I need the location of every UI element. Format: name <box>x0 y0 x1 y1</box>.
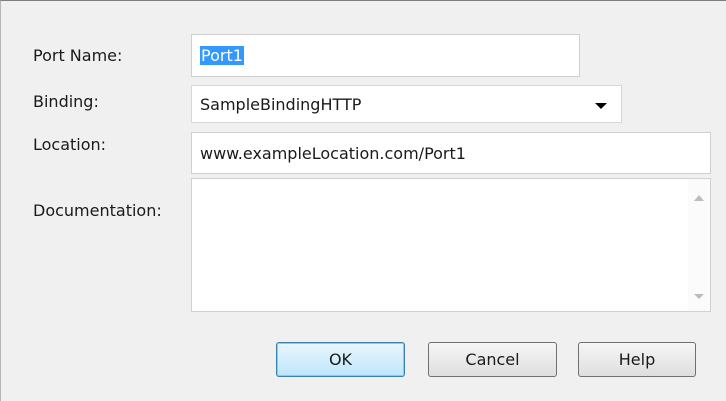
location-input[interactable]: www.exampleLocation.com/Port1 <box>191 132 711 174</box>
binding-value: SampleBindingHTTP <box>200 94 362 114</box>
documentation-textarea[interactable] <box>191 178 711 312</box>
cancel-button[interactable]: Cancel <box>428 342 557 377</box>
chevron-down-icon[interactable] <box>595 103 607 109</box>
scroll-down-icon[interactable] <box>694 294 704 299</box>
port-name-input[interactable]: Port1 <box>191 34 580 77</box>
documentation-label: Documentation: <box>33 201 162 220</box>
port-name-value: Port1 <box>200 46 244 65</box>
scroll-up-icon[interactable] <box>694 195 704 201</box>
location-value: www.exampleLocation.com/Port1 <box>200 143 466 163</box>
documentation-scrollbar[interactable] <box>688 179 710 311</box>
ok-button[interactable]: OK <box>276 342 405 377</box>
port-name-label: Port Name: <box>33 46 123 65</box>
help-button[interactable]: Help <box>578 342 696 377</box>
location-label: Location: <box>33 135 107 154</box>
binding-select[interactable]: SampleBindingHTTP <box>191 85 622 123</box>
port-dialog: Port Name: Port1 Binding: SampleBindingH… <box>0 0 726 401</box>
binding-label: Binding: <box>33 92 99 111</box>
